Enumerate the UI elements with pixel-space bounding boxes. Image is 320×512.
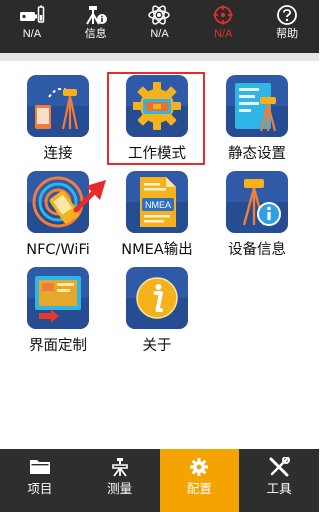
tile-connect[interactable]: 连接 (9, 75, 107, 163)
nav-project-label: 项目 (27, 481, 53, 496)
tile-device-info-label: 设备信息 (228, 242, 286, 258)
tile-about[interactable]: 关于 (108, 267, 206, 355)
nmea-file-icon: NMEA (126, 171, 188, 233)
status-satellite-item[interactable]: N/A (128, 0, 192, 53)
status-target-item[interactable]: N/A (191, 0, 255, 53)
static-settings-icon (226, 75, 288, 137)
tools-icon (269, 457, 291, 477)
nmea-icon-text: NMEA (145, 200, 171, 210)
work-mode-gear-icon (126, 75, 188, 137)
tile-work-mode[interactable]: 工作模式 (108, 75, 206, 163)
tile-device-info[interactable]: 设备信息 (208, 171, 306, 259)
status-info-label: 信息 (84, 28, 107, 40)
survey-instrument-icon (111, 458, 128, 477)
bottom-nav: 项目 测量 配置 工具 (0, 449, 319, 512)
tile-static-settings-label: 静态设置 (228, 146, 286, 162)
status-help-item[interactable]: 帮助 (255, 0, 319, 53)
status-bar: N/A 信息 N/A N/A 帮助 (0, 0, 319, 53)
help-question-icon (277, 5, 297, 25)
about-info-icon (126, 267, 188, 329)
status-device-item[interactable]: N/A (0, 0, 64, 53)
surveyor-info-icon (85, 6, 107, 25)
tile-interface-custom[interactable]: 界面定制 (9, 267, 107, 355)
device-info-icon (226, 171, 288, 233)
status-info-item[interactable]: 信息 (64, 0, 128, 53)
tile-nmea-output-label: NMEA输出 (121, 242, 193, 258)
connect-icon (27, 75, 89, 137)
tile-nfc-wifi-label: NFC/WiFi (26, 242, 90, 258)
status-target-label: N/A (214, 28, 233, 40)
tile-nmea-output[interactable]: NMEA NMEA输出 (108, 171, 206, 259)
nav-tools[interactable]: 工具 (239, 449, 319, 512)
annotation-arrow-icon (73, 180, 106, 213)
tile-work-mode-label: 工作模式 (128, 146, 186, 162)
config-gear-icon (190, 458, 209, 476)
folder-icon (29, 460, 50, 474)
satellite-atom-icon (148, 5, 171, 25)
header-divider (0, 53, 319, 61)
nav-tools-label: 工具 (266, 481, 292, 496)
nav-survey-label: 测量 (107, 481, 133, 496)
tile-about-label: 关于 (142, 338, 172, 354)
status-satellite-label: N/A (150, 28, 169, 40)
nav-config[interactable]: 配置 (159, 449, 240, 512)
tile-connect-label: 连接 (43, 146, 73, 162)
nav-config-label: 配置 (186, 481, 212, 496)
tile-static-settings[interactable]: 静态设置 (208, 75, 306, 163)
interface-custom-icon (27, 267, 89, 329)
nav-project[interactable]: 项目 (0, 449, 80, 512)
status-device-label: N/A (22, 28, 42, 40)
device-battery-icon (19, 5, 45, 23)
crosshair-target-icon (213, 5, 233, 25)
status-help-label: 帮助 (276, 28, 299, 40)
tile-interface-custom-label: 界面定制 (29, 338, 87, 354)
nav-survey[interactable]: 测量 (80, 449, 160, 512)
